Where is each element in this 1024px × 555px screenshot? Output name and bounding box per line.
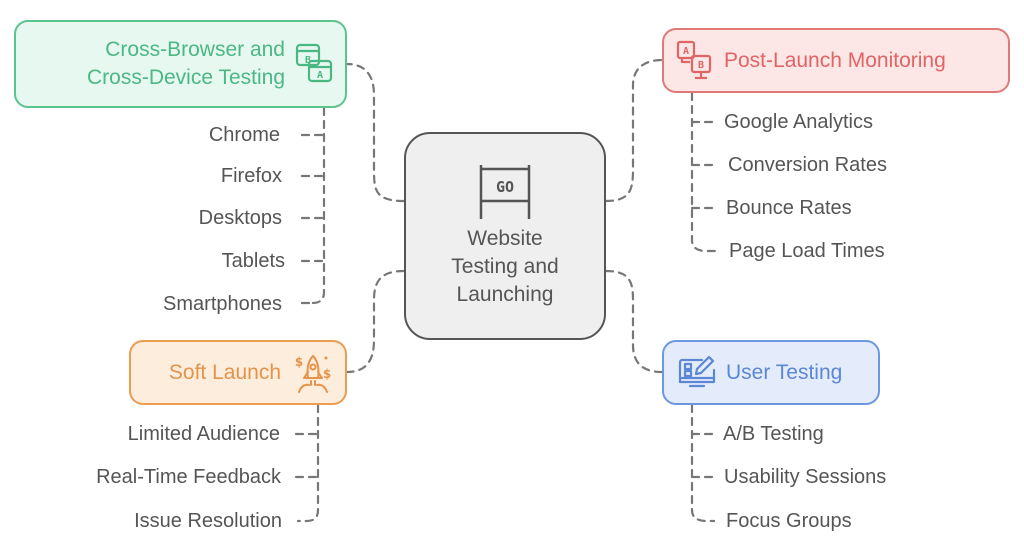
monitor-edit-icon [678,355,716,387]
leaf-tablets[interactable]: Tablets [222,249,285,273]
connector-center-user-testing [604,269,664,374]
leaf-conversion-rates[interactable]: Conversion Rates [728,153,887,177]
leaf-page-load-times[interactable]: Page Load Times [729,239,885,263]
rocket-money-icon: $ $ [295,354,331,393]
svg-text:GO: GO [496,178,514,196]
connector-center-cross-testing [345,62,406,203]
leaf-real-time-feedback[interactable]: Real-Time Feedback [96,465,281,489]
go-flag-icon: GO [479,165,531,219]
svg-text:$: $ [295,355,303,369]
branch-post-launch[interactable]: A B Post-Launch Monitoring [662,28,1010,93]
leaf-desktops[interactable]: Desktops [199,206,282,230]
leaf-bounce-rates[interactable]: Bounce Rates [726,196,852,220]
svg-text:A: A [683,46,689,57]
branch-cross-testing-title: Cross-Browser and Cross-Device Testing [86,38,285,89]
connector-soft-launch-trunk [296,403,320,523]
leaf-limited-audience[interactable]: Limited Audience [128,422,280,446]
branch-user-testing[interactable]: User Testing [662,340,880,405]
monitor-ab-icon: A B [676,40,712,79]
svg-text:A: A [317,70,323,81]
svg-text:B: B [305,55,311,66]
connector-center-post-launch [604,58,664,203]
leaf-usability-sessions[interactable]: Usability Sessions [724,465,886,489]
leaf-focus-groups[interactable]: Focus Groups [726,509,852,533]
branch-soft-launch[interactable]: Soft Launch $ $ [129,340,347,405]
connector-post-launch-trunk [690,91,718,253]
leaf-google-analytics[interactable]: Google Analytics [724,110,873,134]
connector-center-soft-launch [345,269,406,374]
branch-cross-testing[interactable]: Cross-Browser and Cross-Device Testing B… [14,20,347,108]
leaf-issue-resolution[interactable]: Issue Resolution [134,509,282,533]
svg-text:$: $ [323,367,331,381]
center-title: Website Testing and Launching [451,227,559,306]
branch-soft-launch-title: Soft Launch [168,360,281,384]
browser-ab-icon: B A [295,43,333,83]
connector-cross-testing-trunk [310,106,326,305]
connector-user-testing-trunk [690,403,716,523]
leaf-smartphones[interactable]: Smartphones [163,292,282,316]
leaf-chrome[interactable]: Chrome [209,123,280,147]
svg-text:B: B [698,60,704,71]
branch-user-testing-title: User Testing [726,360,843,384]
center-node[interactable]: GO Website Testing and Launching [404,132,606,340]
leaf-firefox[interactable]: Firefox [221,164,282,188]
leaf-ab-testing[interactable]: A/B Testing [723,422,824,446]
branch-post-launch-title: Post-Launch Monitoring [724,48,946,72]
